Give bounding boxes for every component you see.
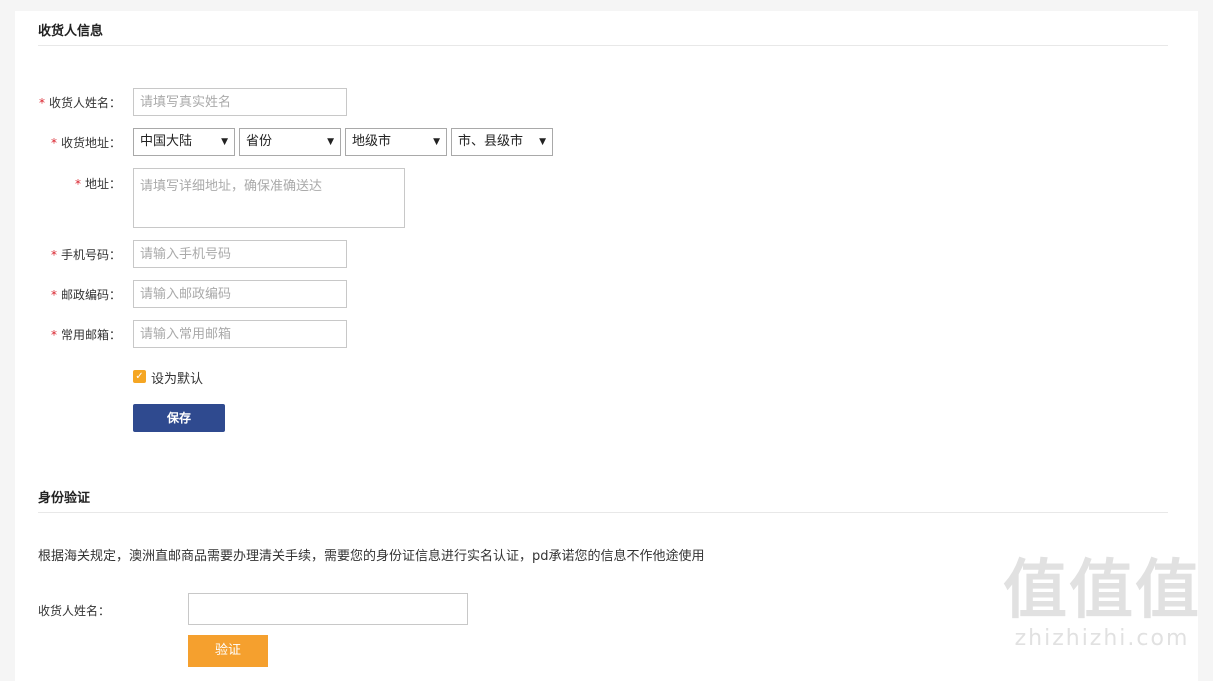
identity-section-title: 身份验证 — [38, 491, 91, 506]
save-button[interactable]: 保存 — [133, 404, 225, 432]
dropdown-arrow-icon: ▼ — [539, 137, 546, 147]
required-mark: * — [50, 248, 57, 262]
watermark-glyphs: 值值值 — [1003, 554, 1201, 628]
required-mark: * — [74, 177, 81, 191]
required-mark: * — [38, 96, 45, 110]
required-mark: * — [50, 136, 57, 150]
address-label: * 地址： — [74, 177, 121, 191]
county-select[interactable]: 市、县级市 ▼ — [451, 128, 553, 156]
email-label: * 常用邮箱： — [50, 328, 121, 342]
consignee-section-title: 收货人信息 — [38, 24, 104, 39]
postal-code-input[interactable] — [133, 280, 347, 308]
dropdown-arrow-icon: ▼ — [221, 137, 228, 147]
dropdown-arrow-icon: ▼ — [327, 137, 334, 147]
identity-divider — [38, 512, 1168, 513]
verify-button[interactable]: 验证 — [188, 635, 268, 667]
consignee-divider — [38, 45, 1168, 46]
phone-input[interactable] — [133, 240, 347, 268]
postal-label: * 邮政编码： — [50, 288, 121, 302]
required-mark: * — [50, 328, 57, 342]
email-input[interactable] — [133, 320, 347, 348]
identity-description: 根据海关规定，澳洲直邮商品需要办理清关手续，需要您的身份证信息进行实名认证，pd… — [38, 549, 705, 564]
region-label: * 收货地址： — [50, 136, 121, 150]
watermark-domain: zhizhizhi.com — [1014, 626, 1190, 651]
watermark-logo: 值值值 zhizhizhi.com — [1003, 556, 1201, 651]
address-textarea[interactable] — [133, 168, 405, 228]
identity-name-input[interactable] — [188, 593, 468, 625]
dropdown-arrow-icon: ▼ — [433, 137, 440, 147]
name-label: * 收货人姓名： — [38, 96, 121, 110]
consignee-name-input[interactable] — [133, 88, 347, 116]
default-checkbox[interactable]: ✓ — [133, 370, 146, 383]
identity-name-label: 收货人姓名： — [38, 604, 111, 618]
city-select[interactable]: 地级市 ▼ — [345, 128, 447, 156]
province-select[interactable]: 省份 ▼ — [239, 128, 341, 156]
phone-label: * 手机号码： — [50, 248, 121, 262]
default-checkbox-label: 设为默认 — [151, 372, 204, 387]
country-select[interactable]: 中国大陆 ▼ — [133, 128, 235, 156]
required-mark: * — [50, 288, 57, 302]
